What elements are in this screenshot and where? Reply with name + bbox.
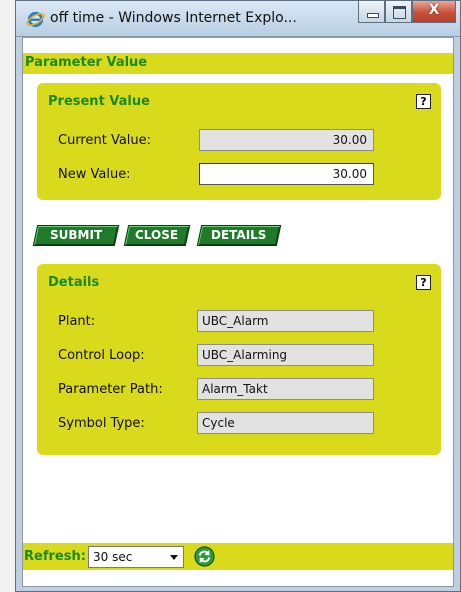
ie-icon (26, 11, 45, 28)
close-window-button[interactable]: X (412, 1, 456, 23)
details-panel: Details ? Plant: UBC_Alarm Control Loop:… (37, 264, 441, 455)
refresh-label: Refresh: (24, 549, 86, 564)
page-content: Parameter Value Present Value ? Current … (22, 37, 454, 587)
submit-button-label: SUBMIT (49, 228, 103, 242)
help-icon[interactable]: ? (416, 94, 431, 109)
refresh-select[interactable]: 30 sec (88, 546, 184, 568)
refresh-icon[interactable] (194, 546, 215, 567)
browser-window: off time - Windows Internet Explo... X P… (15, 0, 461, 592)
details-button[interactable]: DETAILS (196, 225, 282, 246)
present-value-panel: Present Value ? Current Value: 30.00 New… (37, 83, 441, 200)
symbol-type-field: Cycle (197, 412, 374, 434)
minimize-icon (367, 13, 379, 18)
maximize-icon (393, 6, 406, 19)
page-footer-space (23, 570, 453, 586)
submit-button[interactable]: SUBMIT (32, 225, 120, 246)
close-button-label: CLOSE (135, 228, 179, 242)
details-button-label: DETAILS (211, 228, 267, 242)
refresh-bar: Refresh: 30 sec (23, 543, 453, 570)
control-loop-field: UBC_Alarming (197, 344, 374, 366)
control-loop-label: Control Loop: (58, 348, 145, 363)
window-controls: X (358, 1, 456, 23)
title-bar[interactable]: off time - Windows Internet Explo... X (16, 1, 460, 37)
chevron-down-icon (170, 555, 178, 560)
refresh-select-value: 30 sec (93, 550, 133, 564)
maximize-button[interactable] (385, 1, 412, 23)
close-button[interactable]: CLOSE (123, 225, 191, 246)
page-title: Parameter Value (25, 55, 148, 70)
plant-label: Plant: (58, 314, 96, 329)
close-icon: X (428, 2, 440, 18)
parameter-path-field: Alarm_Takt (197, 378, 374, 400)
new-value-input[interactable] (199, 163, 374, 185)
new-value-label: New Value: (58, 167, 131, 182)
details-title: Details (48, 275, 100, 290)
minimize-button[interactable] (358, 1, 385, 23)
window-title: off time - Windows Internet Explo... (50, 10, 297, 26)
current-value-field: 30.00 (199, 129, 374, 151)
plant-field: UBC_Alarm (197, 310, 374, 332)
present-value-title: Present Value (48, 94, 150, 109)
page-header: Parameter Value (23, 53, 453, 74)
symbol-type-label: Symbol Type: (58, 416, 145, 431)
current-value-label: Current Value: (58, 133, 152, 148)
help-icon[interactable]: ? (416, 275, 431, 290)
parameter-path-label: Parameter Path: (58, 382, 163, 397)
